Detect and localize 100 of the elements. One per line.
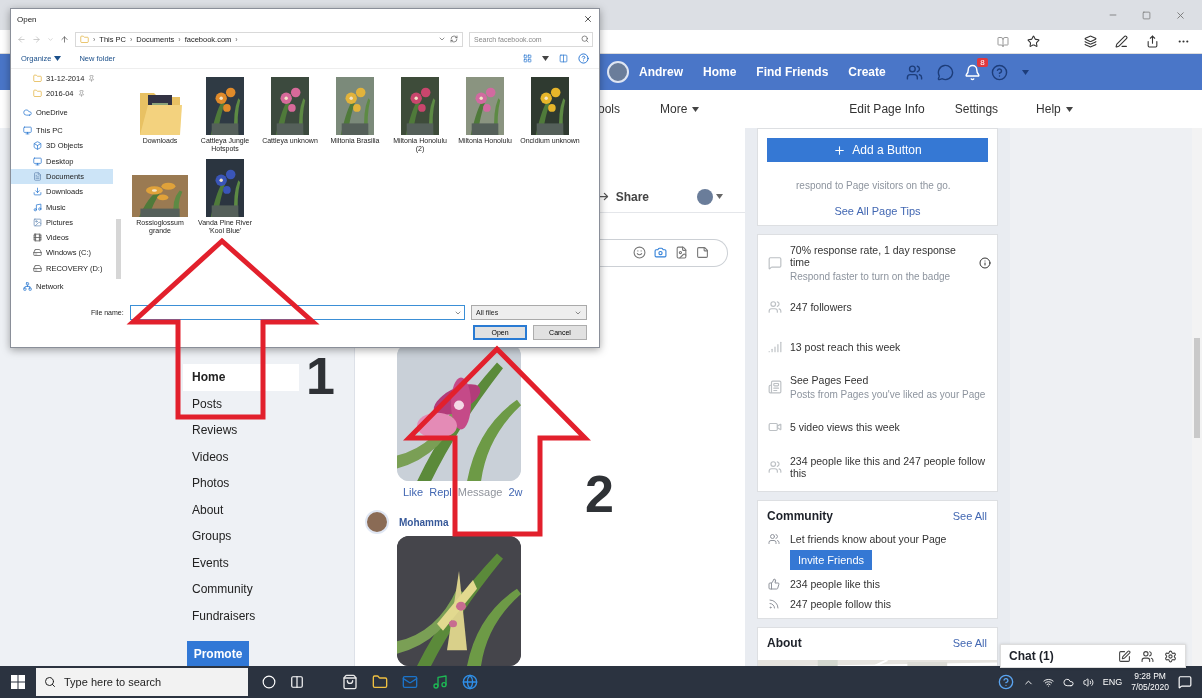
notification-badge: 8 <box>977 57 988 67</box>
caret-icon <box>1065 106 1073 112</box>
friends-icon[interactable] <box>905 63 923 81</box>
documents-icon <box>33 171 42 181</box>
caret-icon <box>1021 69 1029 75</box>
comment-time-link[interactable]: 2w <box>508 486 523 499</box>
cloud-icon[interactable] <box>1062 676 1074 688</box>
objects-icon <box>33 141 42 151</box>
up-icon[interactable] <box>60 34 69 44</box>
see-all-link[interactable]: See All <box>952 637 987 649</box>
profile-avatar[interactable] <box>607 61 629 83</box>
page-nav-item[interactable]: Videos <box>183 443 299 470</box>
add-button[interactable]: Add a Button <box>767 138 988 162</box>
settings-icon[interactable] <box>1164 649 1177 663</box>
mail-icon[interactable] <box>402 674 418 690</box>
page-nav-item[interactable]: About <box>183 496 299 523</box>
refresh-icon[interactable] <box>450 35 458 43</box>
comment-action-link[interactable]: Repl <box>429 486 452 499</box>
header-link[interactable]: Create <box>838 65 896 79</box>
rss-icon <box>768 598 780 610</box>
compose-icon[interactable] <box>1118 649 1131 663</box>
header-link[interactable]: Find Friends <box>746 65 839 79</box>
page-nav-item[interactable]: Fundraisers <box>183 602 299 629</box>
see-all-tips-link[interactable]: See All Page Tips <box>834 205 921 217</box>
page-nav-item[interactable]: More <box>660 102 700 116</box>
thumbs-up-icon <box>768 578 780 590</box>
cloud-icon <box>23 107 32 117</box>
stat-title: 247 followers <box>790 301 853 313</box>
comment-action-link[interactable]: Like <box>403 486 424 499</box>
gif-icon[interactable] <box>675 246 688 260</box>
help-icon[interactable] <box>990 63 1008 81</box>
header-link[interactable]: Andrew <box>629 65 693 79</box>
messenger-icon[interactable] <box>936 63 954 81</box>
page-nav-item[interactable]: Reviews <box>183 417 299 444</box>
stat-subtitle: Respond faster to turn on the badge <box>790 271 952 282</box>
comment-author[interactable]: Mohamma <box>399 516 449 528</box>
folder-icon <box>33 89 42 99</box>
feed-icon <box>768 380 782 394</box>
reading-view-icon[interactable] <box>997 35 1009 48</box>
page-nav-item[interactable]: Settings <box>954 102 999 116</box>
caret-icon <box>542 56 549 61</box>
network-icon[interactable] <box>1042 676 1054 688</box>
search-icon <box>581 35 589 43</box>
tips-text: respond to Page visitors on the go. <box>796 180 952 191</box>
cortana-icon[interactable] <box>262 675 276 689</box>
help-icon[interactable] <box>997 674 1014 690</box>
invite-button[interactable]: Invite Friends <box>790 550 873 570</box>
page-nav-item[interactable]: Photos <box>183 470 299 497</box>
browser-icon[interactable] <box>462 674 478 690</box>
pin-icon <box>77 90 85 98</box>
page-nav-item[interactable]: Community <box>183 576 299 603</box>
sticker-icon[interactable] <box>696 246 709 260</box>
profile-avatar[interactable] <box>365 510 389 535</box>
scrollbar-thumb[interactable] <box>1194 338 1200 438</box>
pc-icon <box>23 126 32 136</box>
card-title: About <box>767 636 802 650</box>
pen-icon[interactable] <box>1115 35 1128 48</box>
card-title: Community <box>767 509 833 523</box>
header-link[interactable]: Home <box>693 65 747 79</box>
followers-icon <box>768 300 782 314</box>
people-icon[interactable] <box>1141 649 1154 663</box>
see-all-link[interactable]: See All <box>952 510 987 522</box>
favorites-icon[interactable] <box>1084 35 1097 48</box>
chat-label: Chat (1) <box>1009 649 1055 663</box>
clock[interactable]: 9:28 PM 7/05/2020 <box>1131 670 1169 694</box>
star-icon[interactable] <box>1027 35 1040 48</box>
promote-button[interactable]: Promote <box>187 641 249 666</box>
emoji-icon[interactable] <box>633 246 646 260</box>
task-view-icon[interactable] <box>290 675 304 689</box>
drive-icon <box>33 248 42 258</box>
camera-icon[interactable] <box>654 246 667 260</box>
view-icon[interactable] <box>523 54 532 63</box>
preview-pane-icon[interactable] <box>559 54 568 63</box>
volume-icon[interactable] <box>1082 676 1094 688</box>
chevron-down-icon[interactable] <box>438 35 446 43</box>
close-icon[interactable] <box>583 14 593 24</box>
stat-subtitle: Posts from Pages you've liked as your Page <box>790 389 987 400</box>
follows-text: 247 people follow this <box>790 598 891 610</box>
caret-icon <box>716 194 723 200</box>
drive-icon <box>33 263 42 273</box>
people-icon <box>768 460 782 474</box>
store-icon[interactable] <box>342 674 358 690</box>
help-icon[interactable] <box>578 53 589 64</box>
stat-title: 234 people like this and 247 people follow this <box>790 455 986 479</box>
share-icon[interactable] <box>1146 35 1159 48</box>
profile-avatar[interactable] <box>697 188 713 205</box>
music-icon[interactable] <box>432 674 448 690</box>
page-nav-item[interactable]: Edit Page Info <box>849 102 925 116</box>
page-nav-item[interactable]: Groups <box>183 523 299 550</box>
notification-icon[interactable] <box>1178 675 1192 689</box>
page-nav-item[interactable]: Help <box>1036 102 1073 116</box>
info-icon[interactable] <box>979 257 991 269</box>
stat-title: 13 post reach this week <box>790 341 902 353</box>
bell-icon[interactable] <box>963 63 981 81</box>
taskbar-search-field[interactable]: Type here to search <box>36 668 248 696</box>
language-indicator[interactable]: ENG <box>1102 677 1123 687</box>
likes-text: 234 people like this <box>790 578 880 590</box>
chat-bar[interactable]: Chat (1) <box>1000 644 1186 668</box>
page-nav-item[interactable]: Events <box>183 549 299 576</box>
folder-icon[interactable] <box>372 674 388 690</box>
